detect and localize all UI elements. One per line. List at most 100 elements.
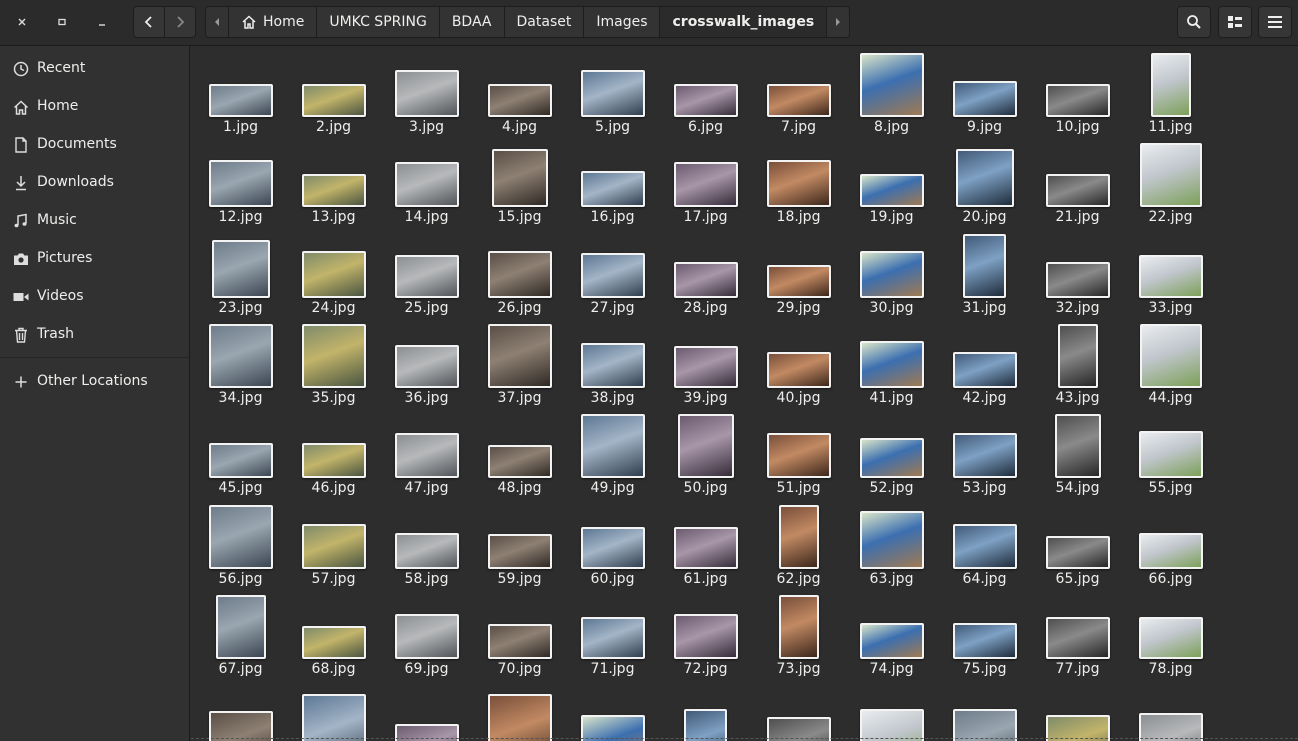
file-item[interactable]: 64.jpg: [938, 498, 1031, 588]
file-item[interactable]: 37.jpg: [473, 317, 566, 407]
file-item[interactable]: 55.jpg: [1124, 407, 1217, 497]
file-item[interactable]: 69.jpg: [380, 588, 473, 678]
file-item[interactable]: 51.jpg: [752, 407, 845, 497]
file-item[interactable]: 62.jpg: [752, 498, 845, 588]
file-item[interactable]: 38.jpg: [566, 317, 659, 407]
file-item[interactable]: [194, 678, 287, 741]
file-item[interactable]: 21.jpg: [1031, 136, 1124, 226]
file-item[interactable]: 28.jpg: [659, 227, 752, 317]
file-item[interactable]: 32.jpg: [1031, 227, 1124, 317]
file-item[interactable]: 66.jpg: [1124, 498, 1217, 588]
file-item[interactable]: 53.jpg: [938, 407, 1031, 497]
file-item[interactable]: 15.jpg: [473, 136, 566, 226]
file-item[interactable]: 6.jpg: [659, 46, 752, 136]
file-item[interactable]: [473, 678, 566, 741]
file-item[interactable]: 4.jpg: [473, 46, 566, 136]
file-item[interactable]: 59.jpg: [473, 498, 566, 588]
file-item[interactable]: 43.jpg: [1031, 317, 1124, 407]
file-item[interactable]: 47.jpg: [380, 407, 473, 497]
file-item[interactable]: 78.jpg: [1124, 588, 1217, 678]
file-item[interactable]: [938, 678, 1031, 741]
sidebar-item-recent[interactable]: Recent: [0, 51, 189, 87]
file-item[interactable]: 36.jpg: [380, 317, 473, 407]
file-item[interactable]: [287, 678, 380, 741]
file-item[interactable]: 24.jpg: [287, 227, 380, 317]
sidebar-item-trash[interactable]: Trash: [0, 317, 189, 353]
file-item[interactable]: 45.jpg: [194, 407, 287, 497]
sidebar-item-downloads[interactable]: Downloads: [0, 165, 189, 201]
file-item[interactable]: 67.jpg: [194, 588, 287, 678]
file-item[interactable]: 73.jpg: [752, 588, 845, 678]
file-item[interactable]: 42.jpg: [938, 317, 1031, 407]
file-item[interactable]: [1031, 678, 1124, 741]
file-item[interactable]: 18.jpg: [752, 136, 845, 226]
breadcrumb-home[interactable]: Home: [229, 7, 318, 37]
file-item[interactable]: 74.jpg: [845, 588, 938, 678]
file-item[interactable]: 52.jpg: [845, 407, 938, 497]
sidebar-item-documents[interactable]: Documents: [0, 127, 189, 163]
file-item[interactable]: 60.jpg: [566, 498, 659, 588]
breadcrumb-scroll-right[interactable]: [827, 7, 850, 37]
file-item[interactable]: 40.jpg: [752, 317, 845, 407]
file-item[interactable]: 8.jpg: [845, 46, 938, 136]
back-button[interactable]: [133, 6, 165, 38]
file-item[interactable]: 54.jpg: [1031, 407, 1124, 497]
breadcrumb-scroll-left[interactable]: [206, 7, 229, 37]
file-item[interactable]: 10.jpg: [1031, 46, 1124, 136]
file-item[interactable]: 11.jpg: [1124, 46, 1217, 136]
file-item[interactable]: 46.jpg: [287, 407, 380, 497]
file-item[interactable]: 39.jpg: [659, 317, 752, 407]
sidebar-item-other-locations[interactable]: Other Locations: [0, 364, 189, 400]
file-item[interactable]: 27.jpg: [566, 227, 659, 317]
breadcrumb-item[interactable]: Dataset: [504, 7, 585, 37]
maximize-icon[interactable]: [48, 8, 76, 36]
file-item[interactable]: 65.jpg: [1031, 498, 1124, 588]
file-item[interactable]: 35.jpg: [287, 317, 380, 407]
file-item[interactable]: [845, 678, 938, 741]
sidebar-item-pictures[interactable]: Pictures: [0, 241, 189, 277]
view-options-button[interactable]: [1218, 6, 1252, 38]
file-item[interactable]: 31.jpg: [938, 227, 1031, 317]
breadcrumb-current[interactable]: crosswalk_images: [660, 7, 828, 37]
file-item[interactable]: 41.jpg: [845, 317, 938, 407]
file-item[interactable]: [659, 678, 752, 741]
search-button[interactable]: [1177, 6, 1211, 38]
file-item[interactable]: 30.jpg: [845, 227, 938, 317]
file-item[interactable]: 5.jpg: [566, 46, 659, 136]
file-item[interactable]: 3.jpg: [380, 46, 473, 136]
sidebar-item-music[interactable]: Music: [0, 203, 189, 239]
minimize-icon[interactable]: [88, 8, 116, 36]
file-item[interactable]: [752, 678, 845, 741]
file-item[interactable]: 61.jpg: [659, 498, 752, 588]
breadcrumb-item[interactable]: BDAA: [439, 7, 505, 37]
close-icon[interactable]: [8, 8, 36, 36]
file-item[interactable]: 20.jpg: [938, 136, 1031, 226]
file-item[interactable]: 17.jpg: [659, 136, 752, 226]
file-item[interactable]: [1124, 678, 1217, 741]
file-item[interactable]: 77.jpg: [1031, 588, 1124, 678]
file-item[interactable]: 33.jpg: [1124, 227, 1217, 317]
file-item[interactable]: 9.jpg: [938, 46, 1031, 136]
file-item[interactable]: 16.jpg: [566, 136, 659, 226]
file-item[interactable]: 72.jpg: [659, 588, 752, 678]
sidebar-item-videos[interactable]: Videos: [0, 279, 189, 315]
file-item[interactable]: [380, 678, 473, 741]
file-item[interactable]: 75.jpg: [938, 588, 1031, 678]
file-item[interactable]: 57.jpg: [287, 498, 380, 588]
forward-button[interactable]: [164, 6, 196, 38]
file-item[interactable]: 44.jpg: [1124, 317, 1217, 407]
file-item[interactable]: [566, 678, 659, 741]
file-item[interactable]: 34.jpg: [194, 317, 287, 407]
file-item[interactable]: 50.jpg: [659, 407, 752, 497]
file-item[interactable]: 13.jpg: [287, 136, 380, 226]
breadcrumb-item[interactable]: Images: [584, 7, 661, 37]
file-item[interactable]: 19.jpg: [845, 136, 938, 226]
file-item[interactable]: 22.jpg: [1124, 136, 1217, 226]
file-item[interactable]: 25.jpg: [380, 227, 473, 317]
file-item[interactable]: 29.jpg: [752, 227, 845, 317]
file-item[interactable]: 70.jpg: [473, 588, 566, 678]
file-item[interactable]: 56.jpg: [194, 498, 287, 588]
file-item[interactable]: 12.jpg: [194, 136, 287, 226]
file-item[interactable]: 26.jpg: [473, 227, 566, 317]
file-item[interactable]: 58.jpg: [380, 498, 473, 588]
